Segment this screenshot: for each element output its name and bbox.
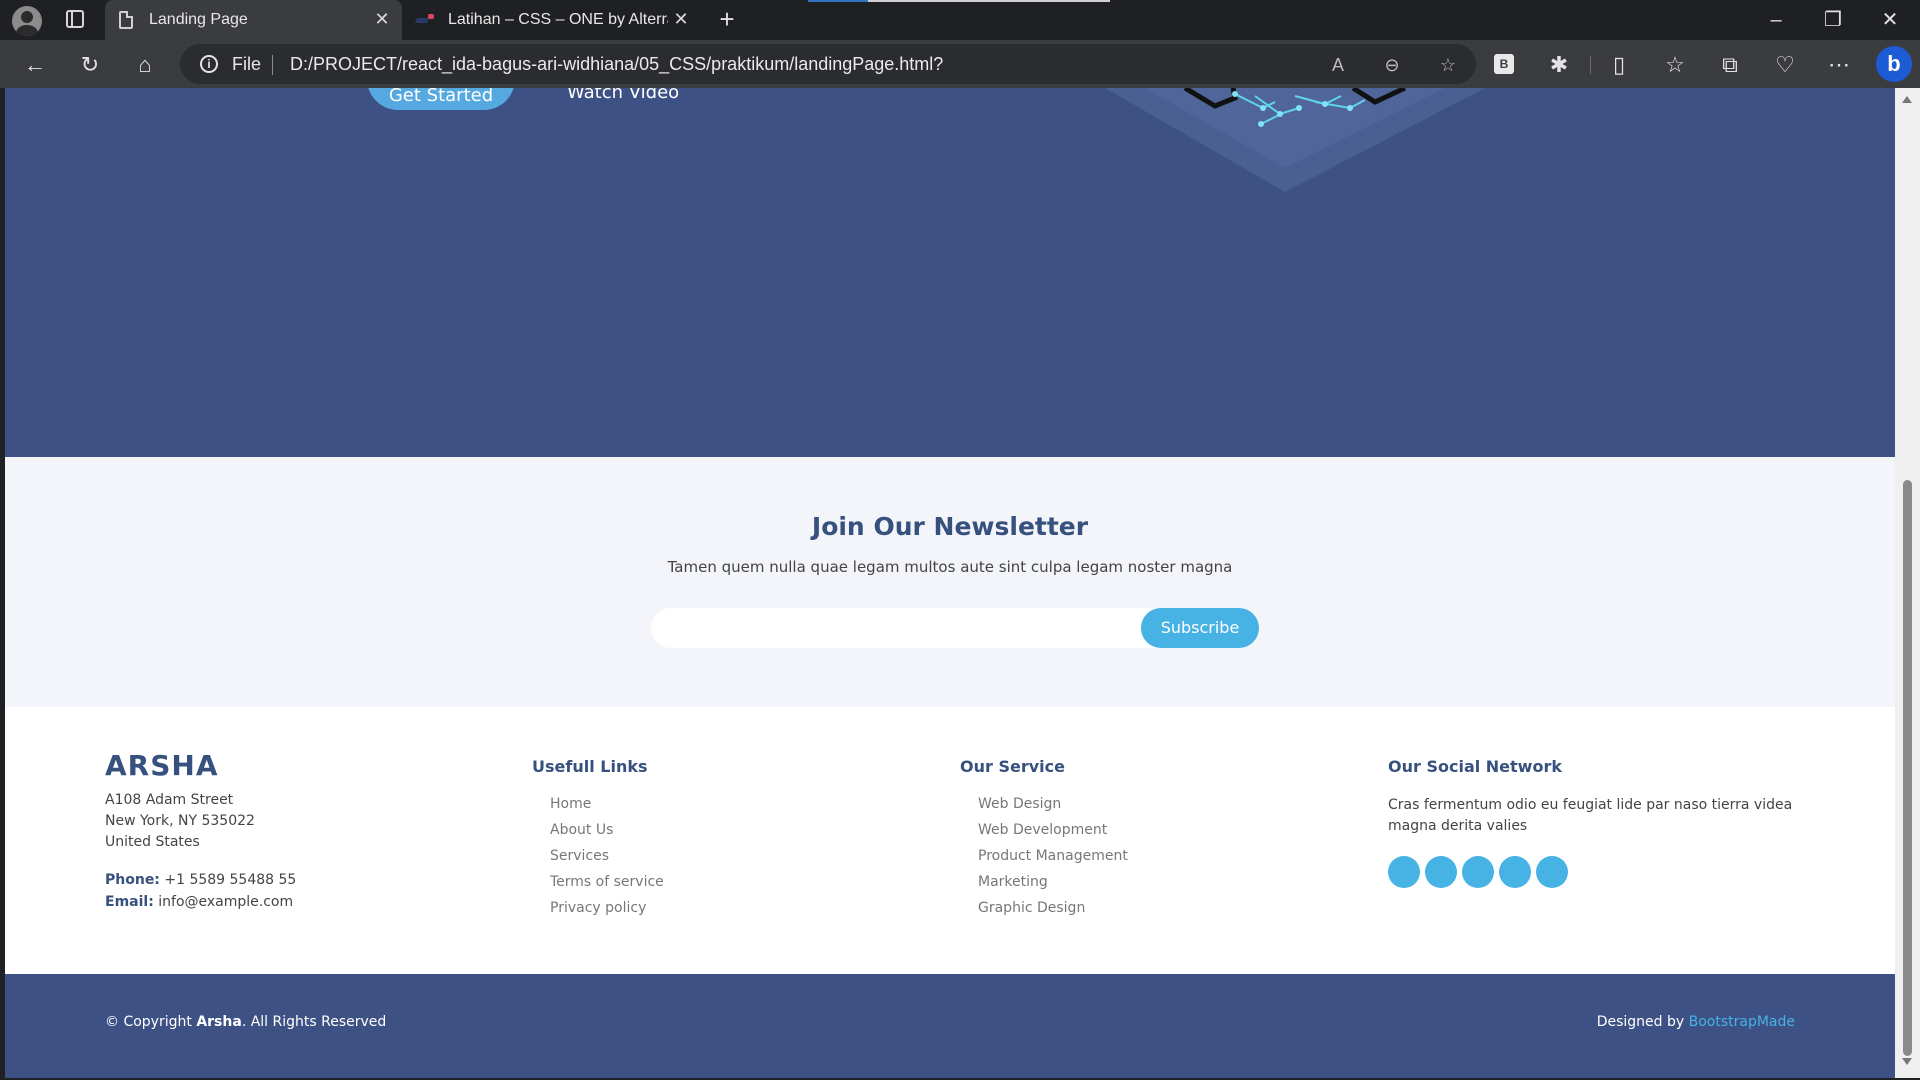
email-line: Email: info@example.com	[105, 891, 296, 913]
tab-title: Landing Page	[149, 11, 248, 28]
home-icon[interactable]: ⌂	[130, 50, 160, 80]
phone-value: +1 5589 55488 55	[164, 872, 297, 888]
footer-address: A108 Adam Street New York, NY 535022 Uni…	[105, 790, 255, 853]
address-line: New York, NY 535022	[105, 813, 255, 829]
hero-illustration-image	[1105, 88, 1485, 192]
address-separator	[272, 55, 273, 75]
footer-link-about[interactable]: About Us	[550, 817, 664, 843]
bootstrapmade-link[interactable]: BootstrapMade	[1689, 1014, 1795, 1030]
alterra-favicon-icon	[416, 14, 436, 26]
skype-icon[interactable]	[1499, 856, 1531, 888]
tab-title: Latihan – CSS – ONE by Alterra Academy	[448, 11, 668, 28]
service-link-web-design[interactable]: Web Design	[978, 791, 1128, 817]
footer-link-terms[interactable]: Terms of service	[550, 869, 664, 895]
footer-link-privacy[interactable]: Privacy policy	[550, 895, 664, 921]
favorite-star-icon[interactable]: ☆	[1436, 53, 1460, 77]
service-link-product-management[interactable]: Product Management	[978, 843, 1128, 869]
footer-link-services[interactable]: Services	[550, 843, 664, 869]
social-icons	[1388, 856, 1568, 888]
address-bar[interactable]: i File D:/PROJECT/react_ida-bagus-ari-wi…	[180, 44, 1476, 84]
browser-essentials-icon[interactable]: ♡	[1770, 50, 1800, 80]
service-link-graphic-design[interactable]: Graphic Design	[978, 895, 1128, 921]
page-scrollbar[interactable]	[1895, 88, 1920, 1078]
close-window-icon[interactable]: ✕	[1870, 6, 1910, 34]
service-link-web-development[interactable]: Web Development	[978, 817, 1128, 843]
split-screen-icon[interactable]: ▯	[1604, 50, 1634, 80]
address-url[interactable]: D:/PROJECT/react_ida-bagus-ari-widhiana/…	[290, 54, 943, 75]
page-viewport: Get Started Watch Video Join Our Newslet…	[5, 88, 1895, 1078]
designed-by-label: Designed by	[1596, 1014, 1685, 1030]
browser-toolbar: ← ↻ ⌂ i File D:/PROJECT/react_ida-bagus-…	[0, 40, 1920, 88]
tab-latihan-css[interactable]: Latihan – CSS – ONE by Alterra Academy ✕	[404, 0, 701, 40]
useful-links-list: Home About Us Services Terms of service …	[550, 791, 664, 921]
minimize-icon[interactable]: –	[1756, 6, 1796, 34]
service-link-marketing[interactable]: Marketing	[978, 869, 1128, 895]
toolbar-divider	[1590, 56, 1591, 74]
phone-label: Phone:	[105, 872, 160, 888]
more-menu-icon[interactable]: ⋯	[1824, 50, 1854, 80]
credits-text: Designed by BootstrapMade	[1597, 1014, 1795, 1030]
footer-contact: Phone: +1 5589 55488 55 Email: info@exam…	[105, 869, 296, 913]
newsletter-form: Subscribe	[651, 608, 1259, 648]
our-service-title: Our Service	[960, 757, 1065, 776]
email-value: info@example.com	[158, 894, 294, 910]
newsletter-subtitle: Tamen quem nulla quae legam multos aute …	[667, 558, 1233, 576]
newsletter-email-input[interactable]	[667, 608, 1127, 648]
scrollbar-thumb[interactable]	[1903, 480, 1912, 1056]
email-label: Email:	[105, 894, 154, 910]
restore-icon[interactable]: ❐	[1813, 6, 1853, 34]
refresh-icon[interactable]: ↻	[75, 50, 105, 80]
site-info-icon[interactable]: i	[200, 55, 218, 73]
watch-video-button[interactable]: Watch Video	[567, 88, 679, 103]
phone-line: Phone: +1 5589 55488 55	[105, 869, 296, 891]
subscribe-button[interactable]: Subscribe	[1141, 608, 1259, 648]
social-network-title: Our Social Network	[1388, 757, 1562, 776]
document-icon	[119, 11, 133, 29]
scroll-down-arrow-icon[interactable]	[1902, 1058, 1912, 1065]
footer-bottom: © Copyright Arsha. All Rights Reserved D…	[5, 974, 1895, 1078]
zoom-out-icon[interactable]: ⊖	[1380, 53, 1404, 77]
linkedin-icon[interactable]	[1536, 856, 1568, 888]
copyright-brand: Arsha	[196, 1014, 242, 1030]
profile-avatar-icon[interactable]	[12, 6, 42, 36]
scroll-up-arrow-icon[interactable]	[1902, 96, 1912, 103]
close-tab-icon[interactable]: ✕	[372, 9, 392, 29]
social-network-text: Cras fermentum odio eu feugiat lide par …	[1388, 797, 1793, 834]
twitter-icon[interactable]	[1388, 856, 1420, 888]
get-started-button[interactable]: Get Started	[367, 88, 515, 110]
copyright-suffix: . All Rights Reserved	[241, 1014, 387, 1030]
footer-brand-logo[interactable]: ARSHA	[105, 749, 219, 782]
address-line: A108 Adam Street	[105, 792, 234, 808]
read-aloud-icon[interactable]: A	[1326, 53, 1350, 77]
close-tab-icon[interactable]: ✕	[671, 9, 691, 29]
extensions-puzzle-icon[interactable]: ✱	[1544, 50, 1574, 80]
bing-copilot-icon[interactable]: b	[1876, 46, 1912, 82]
footer-link-home[interactable]: Home	[550, 791, 664, 817]
instagram-icon[interactable]	[1462, 856, 1494, 888]
back-arrow-icon[interactable]: ←	[20, 50, 50, 80]
new-tab-plus-icon[interactable]: +	[713, 6, 741, 34]
favorites-icon[interactable]: ☆	[1660, 50, 1690, 80]
address-line: United States	[105, 834, 200, 850]
loading-indicator	[808, 0, 1110, 2]
newsletter-title: Join Our Newsletter	[811, 512, 1089, 541]
useful-links-title: Usefull Links	[532, 757, 648, 776]
services-list: Web Design Web Development Product Manag…	[978, 791, 1128, 921]
collections-icon[interactable]: ⧉	[1715, 50, 1745, 80]
copyright-prefix: © Copyright	[105, 1014, 192, 1030]
footer-top: ARSHA A108 Adam Street New York, NY 5350…	[5, 707, 1895, 974]
copyright-text: © Copyright Arsha. All Rights Reserved	[105, 1014, 386, 1030]
newsletter-section: Join Our Newsletter Tamen quem nulla qua…	[5, 457, 1895, 707]
address-scheme: File	[232, 54, 262, 74]
facebook-icon[interactable]	[1425, 856, 1457, 888]
hero-section: Get Started Watch Video	[5, 88, 1895, 457]
tab-landing-page[interactable]: Landing Page ✕	[105, 0, 402, 40]
extension-b-icon[interactable]: B	[1494, 54, 1514, 74]
browser-tab-bar: Landing Page ✕ Latihan – CSS – ONE by Al…	[0, 0, 1920, 40]
tab-actions-icon[interactable]	[66, 10, 84, 28]
